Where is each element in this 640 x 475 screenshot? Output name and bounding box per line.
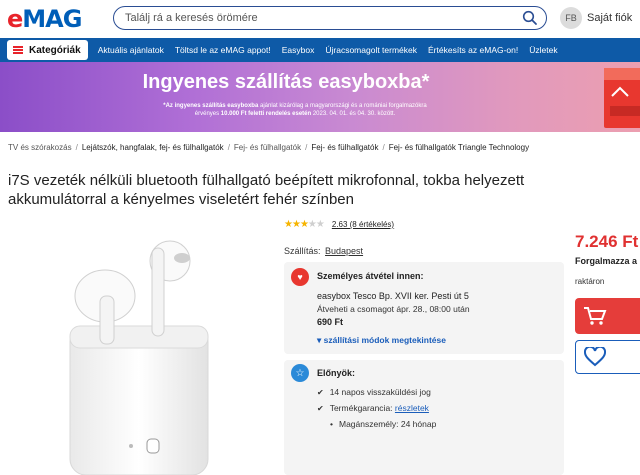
promo-banner[interactable]: Ingyenes szállítás easyboxba* *Az ingyen… <box>0 62 640 132</box>
search-icon[interactable] <box>522 10 538 26</box>
stock-status: raktáron <box>575 277 605 286</box>
breadcrumb-item[interactable]: Fej- és fülhallgatók <box>311 143 378 152</box>
pickup-address: easybox Tesco Bp. XVII ker. Pesti út 5 <box>317 291 469 301</box>
warranty-row: ✔ Termékgarancia: részletek <box>317 403 429 413</box>
shipping-row: Szállítás: Budapest <box>284 246 363 256</box>
nav-link-refurbished[interactable]: Újracsomagolt termékek <box>325 45 417 55</box>
rating-stars: ★★★★★ <box>284 219 325 230</box>
shipping-city[interactable]: Budapest <box>325 246 363 256</box>
nav-link-app[interactable]: Töltsd le az eMAG appot! <box>175 45 271 55</box>
check-icon: ✔ <box>317 388 324 397</box>
breadcrumb-item[interactable]: TV és szórakozás <box>8 143 72 152</box>
return-policy: ✔ 14 napos visszaküldési jog <box>317 387 431 397</box>
star-icon: ★ <box>307 219 317 230</box>
product-rating[interactable]: ★★★★★ 2.63 (8 értékelés) <box>284 219 394 230</box>
shipping-label: Szállítás: <box>284 246 321 256</box>
account-menu[interactable]: FB Saját fiók <box>560 7 632 29</box>
heart-icon <box>584 347 606 367</box>
breadcrumb-item[interactable]: Lejátszók, hangfalak, fej- és fülhallgat… <box>82 143 224 152</box>
search-box[interactable] <box>113 6 547 30</box>
shipping-options-link[interactable]: ▾ szállítási módok megtekintése <box>317 335 446 346</box>
check-icon: ✔ <box>317 404 324 413</box>
main-nav: Kategóriák Aktuális ajánlatok Töltsd le … <box>0 38 640 62</box>
categories-button[interactable]: Kategóriák <box>7 40 88 60</box>
product-price: 7.246 Ft <box>575 232 639 251</box>
rating-text[interactable]: 2.63 (8 értékelés) <box>332 220 394 229</box>
add-to-cart-button[interactable] <box>575 298 640 334</box>
star-icon: ★ <box>291 219 301 230</box>
pickup-time: Átveheti a csomagot ápr. 28., 08:00 után <box>317 304 470 314</box>
nav-link-easybox[interactable]: Easybox <box>282 45 315 55</box>
warranty-details-link[interactable]: részletek <box>395 403 429 413</box>
cart-icon <box>584 307 607 325</box>
pickup-heading: Személyes átvétel innen: <box>317 271 424 281</box>
star-icon: ★ <box>299 219 309 230</box>
pickup-box: ♥ Személyes átvétel innen: easybox Tesco… <box>284 262 564 354</box>
easybox-parcel-image <box>604 68 640 128</box>
product-title: i7S vezeték nélküli bluetooth fülhallgat… <box>8 172 525 208</box>
menu-icon <box>13 46 23 54</box>
star-icon: ★ <box>284 219 293 230</box>
breadcrumb: TV és szórakozás / Lejátszók, hangfalak, f… <box>8 143 530 152</box>
advantages-box: ☆ Előnyök: ✔ 14 napos visszaküldési jog ✔… <box>284 360 564 475</box>
pickup-price: 690 Ft <box>317 317 344 327</box>
banner-title: Ingyenes szállítás easyboxba* <box>142 71 430 93</box>
seller-label: Forgalmazza a <box>575 256 638 266</box>
emag-logo[interactable]: eMAG <box>7 5 82 33</box>
search-input[interactable] <box>125 10 505 26</box>
nav-link-stores[interactable]: Üzletek <box>529 45 557 55</box>
warranty-private: • Magánszemély: 24 hónap <box>330 419 437 429</box>
add-to-favorites-button[interactable] <box>575 340 640 374</box>
account-label[interactable]: Saját fiók <box>587 12 632 24</box>
breadcrumb-item[interactable]: Fej- és fülhallgatók Triangle Technology <box>389 143 529 152</box>
star-icon: ★ <box>315 219 325 230</box>
star-icon: ☆ <box>291 364 309 382</box>
breadcrumb-item[interactable]: Fej- és fülhallgatók <box>234 143 301 152</box>
heart-pin-icon: ♥ <box>291 268 309 286</box>
nav-link-sell[interactable]: Értékesíts az eMAG-on! <box>428 45 518 55</box>
nav-link-offers[interactable]: Aktuális ajánlatok <box>98 45 164 55</box>
avatar[interactable]: FB <box>560 7 582 29</box>
top-bar: eMAG FB Saját fiók <box>0 0 640 38</box>
banner-note: *Az ingyenes szállítás easyboxba ajánlat… <box>163 103 427 117</box>
product-image[interactable] <box>65 226 215 475</box>
advantages-heading: Előnyök: <box>317 368 356 378</box>
categories-label: Kategóriák <box>29 44 81 56</box>
